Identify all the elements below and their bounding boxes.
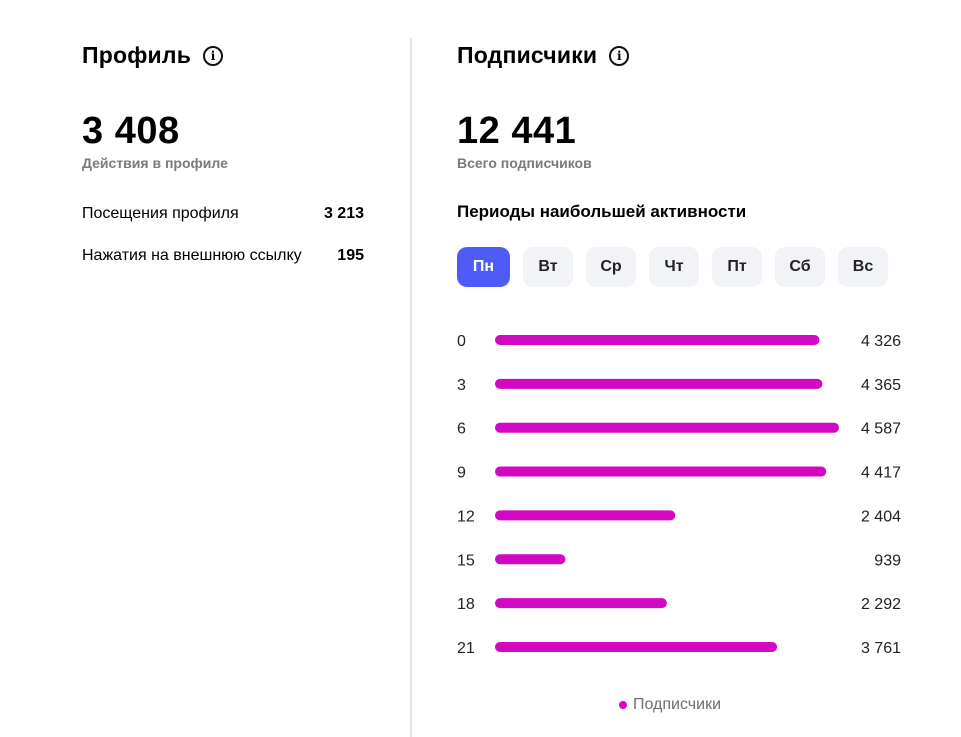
bar[interactable] <box>495 641 778 652</box>
category-label: 6 <box>457 421 466 438</box>
bar[interactable] <box>495 422 839 433</box>
legend-label: Подписчики <box>633 696 722 713</box>
info-icon[interactable]: i <box>203 45 224 66</box>
tab-saturday[interactable]: Сб <box>775 247 825 287</box>
bar[interactable] <box>495 554 566 565</box>
stat-label: Посещения профиля <box>82 205 239 222</box>
tab-sunday[interactable]: Вс <box>838 247 888 287</box>
bar[interactable] <box>495 510 676 521</box>
stat-row-profile-visits: Посещения профиля 3 213 <box>82 205 364 223</box>
subscribers-header: Подписчики i <box>457 42 630 69</box>
stat-value: 3 213 <box>323 205 364 222</box>
legend-dot <box>619 701 627 709</box>
category-label: 18 <box>457 596 475 613</box>
category-label: 12 <box>457 508 475 525</box>
value-label: 2 404 <box>861 508 901 525</box>
value-label: 939 <box>874 552 901 569</box>
bar[interactable] <box>495 335 820 345</box>
profile-title: Профиль <box>82 42 192 68</box>
panel-divider <box>410 38 412 737</box>
value-label: 4 587 <box>861 421 901 438</box>
tab-thursday[interactable]: Чт <box>649 247 699 287</box>
tab-tuesday[interactable]: Вт <box>523 247 573 287</box>
profile-total: 3 408 <box>82 110 180 152</box>
value-label: 4 365 <box>861 377 901 394</box>
subscribers-total-caption: Всего подписчиков <box>457 155 592 171</box>
category-label: 0 <box>457 333 466 350</box>
profile-panel: Профиль i 3 408 Действия в профиле Посещ… <box>82 0 372 737</box>
stat-label: Нажатия на внешнюю ссылку <box>82 247 302 264</box>
info-icon[interactable]: i <box>609 45 630 66</box>
category-label: 3 <box>457 377 466 394</box>
subscribers-panel: Подписчики i 12 441 Всего подписчиков Пе… <box>457 0 917 737</box>
tab-wednesday[interactable]: Ср <box>586 247 636 287</box>
chart-legend: Подписчики <box>619 696 721 714</box>
subscribers-total: 12 441 <box>457 110 577 152</box>
activity-periods-title: Периоды наибольшей активности <box>457 202 747 221</box>
day-tabs: Пн Вт Ср Чт Пт Сб Вс <box>457 247 901 287</box>
bar[interactable] <box>495 378 823 389</box>
value-label: 2 292 <box>861 596 901 613</box>
value-label: 4 417 <box>861 465 901 482</box>
profile-total-caption: Действия в профиле <box>82 155 228 171</box>
category-label: 15 <box>457 552 475 569</box>
value-label: 4 326 <box>861 333 901 350</box>
stat-row-external-link-clicks: Нажатия на внешнюю ссылку 195 <box>82 247 364 265</box>
category-label: 9 <box>457 465 466 482</box>
bar[interactable] <box>495 598 667 609</box>
tab-monday[interactable]: Пн <box>457 247 510 287</box>
profile-header: Профиль i <box>82 42 224 69</box>
tab-friday[interactable]: Пт <box>712 247 762 287</box>
value-label: 3 761 <box>861 640 901 657</box>
subscribers-title: Подписчики <box>457 42 598 68</box>
stat-value: 195 <box>337 247 364 264</box>
activity-bar-chart: 0 4 326 3 4 365 6 4 587 9 4 417 12 2 404 15 939 18 2 … <box>457 333 901 657</box>
category-label: 21 <box>457 640 475 657</box>
bar[interactable] <box>495 466 827 477</box>
